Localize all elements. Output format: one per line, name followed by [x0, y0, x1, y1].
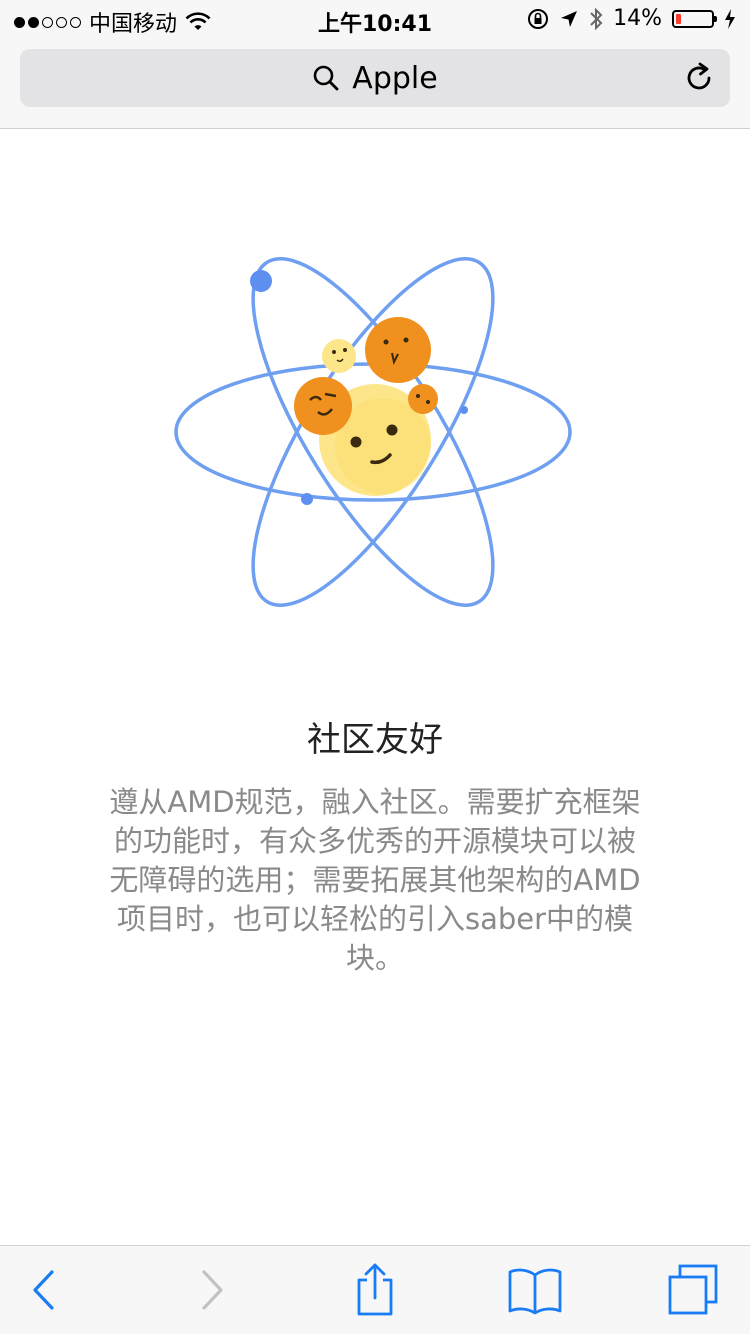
bookmarks-button[interactable] — [507, 1262, 563, 1318]
address-text: Apple — [352, 60, 438, 96]
feature-description: 遵从AMD规范，融入社区。需要扩充框架的功能时，有众多优秀的开源模块可以被无障碍… — [109, 785, 641, 975]
status-right: 14% — [527, 6, 736, 31]
search-icon — [313, 65, 339, 91]
orange-face-top — [365, 317, 431, 383]
status-bar: 中国移动 上午10:41 14% — [0, 0, 750, 40]
battery-percent: 14% — [613, 6, 662, 31]
electron-large — [250, 270, 272, 292]
battery-icon — [672, 9, 717, 28]
electron-small-right — [460, 406, 468, 414]
browser-header: Apple — [0, 40, 750, 129]
bottom-toolbar — [0, 1245, 750, 1334]
tabs-button[interactable] — [665, 1262, 721, 1318]
forward-icon — [202, 1270, 223, 1310]
safari-screen: 中国移动 上午10:41 14% Apple 社区友好 遵从AMD规范，融入社区… — [0, 0, 750, 1334]
share-icon — [357, 1263, 393, 1316]
tabs-icon — [668, 1264, 718, 1315]
location-icon — [561, 10, 578, 27]
back-icon — [33, 1270, 54, 1310]
atom-emoji-illustration — [174, 257, 572, 607]
charging-icon — [725, 8, 735, 29]
battery-level-fill — [676, 13, 681, 24]
small-yellow-face — [322, 339, 356, 373]
electron-small-left — [301, 493, 313, 505]
address-content: Apple — [20, 49, 730, 107]
reload-icon[interactable] — [682, 61, 716, 95]
back-button[interactable] — [16, 1262, 72, 1318]
orange-face-small — [408, 384, 438, 414]
address-bar[interactable]: Apple — [20, 49, 730, 107]
feature-title: 社区友好 — [307, 720, 443, 760]
bluetooth-icon — [590, 7, 603, 30]
share-button[interactable] — [347, 1262, 403, 1318]
bookmarks-icon — [508, 1268, 562, 1315]
orange-face-left — [294, 377, 352, 435]
forward-button[interactable] — [184, 1262, 240, 1318]
orientation-lock-icon — [528, 8, 549, 29]
